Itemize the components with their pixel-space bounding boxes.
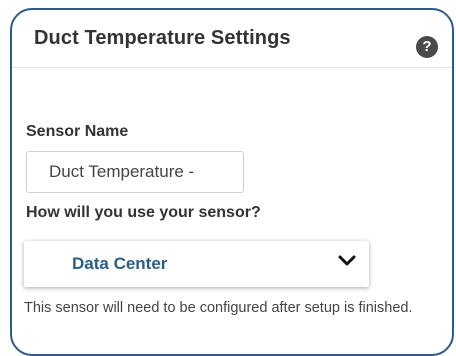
usage-select-value: Data Center <box>72 254 168 273</box>
chevron-down-icon <box>338 255 356 266</box>
configuration-note: This sensor will need to be configured a… <box>24 300 413 316</box>
usage-select[interactable]: Data Center <box>24 241 369 287</box>
help-icon[interactable]: ? <box>416 36 438 58</box>
sensor-name-label: Sensor Name <box>26 123 129 140</box>
sensor-name-input[interactable] <box>26 151 244 193</box>
panel-title: Duct Temperature Settings <box>34 27 291 49</box>
usage-label: How will you use your sensor? <box>26 204 261 221</box>
settings-panel: Duct Temperature Settings ? Sensor Name … <box>10 8 454 356</box>
panel-header: Duct Temperature Settings ? <box>12 10 452 68</box>
